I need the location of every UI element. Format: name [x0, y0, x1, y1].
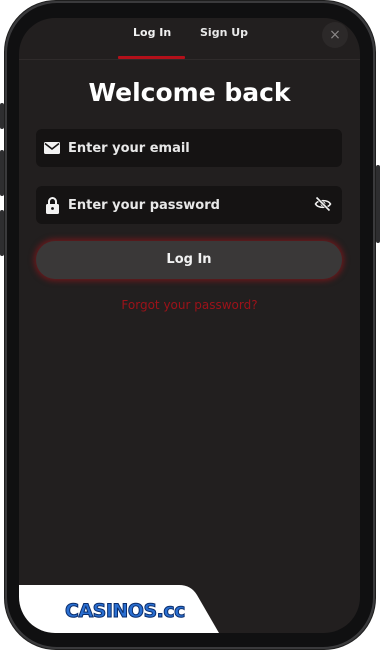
- phone-side-button: [0, 103, 4, 129]
- eye-slash-icon[interactable]: [314, 196, 332, 216]
- active-tab-indicator: [118, 56, 185, 59]
- login-modal: Log In Sign Up × Welcome back Enter your…: [19, 18, 360, 633]
- envelope-icon: [36, 142, 68, 154]
- phone-side-button: [376, 165, 380, 243]
- auth-tabs: Log In Sign Up ×: [19, 18, 360, 60]
- lock-icon: [36, 196, 68, 214]
- casinos-logo: CASINOS.cc: [65, 600, 186, 623]
- tab-login[interactable]: Log In: [133, 26, 171, 39]
- login-button[interactable]: Log In: [36, 241, 342, 279]
- tab-signup[interactable]: Sign Up: [200, 26, 248, 39]
- password-input[interactable]: [68, 197, 298, 213]
- forgot-password-link[interactable]: Forgot your password?: [19, 298, 360, 312]
- page-title: Welcome back: [88, 78, 291, 107]
- close-button[interactable]: ×: [322, 22, 348, 48]
- email-field[interactable]: [36, 129, 342, 167]
- close-icon: ×: [329, 27, 341, 43]
- password-field[interactable]: [36, 186, 342, 224]
- phone-side-button: [0, 210, 4, 256]
- email-input[interactable]: [68, 140, 298, 156]
- phone-side-button: [0, 150, 4, 196]
